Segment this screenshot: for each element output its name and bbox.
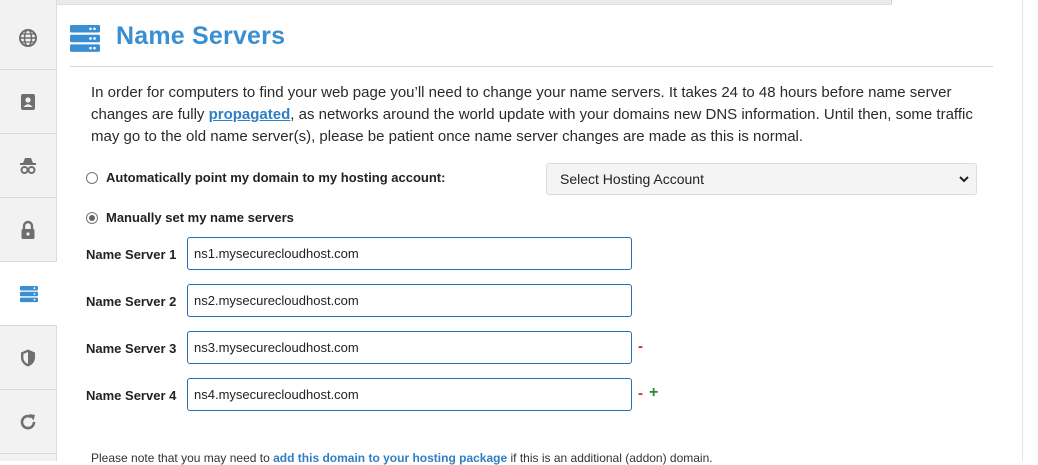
name-server-4-label: Name Server 4	[86, 388, 177, 403]
name-server-1-input[interactable]: ns1.mysecurecloudhost.com	[187, 237, 632, 270]
sidebar-item-domain[interactable]	[0, 6, 56, 70]
auto-point-option[interactable]: Automatically point my domain to my host…	[86, 170, 445, 185]
sidebar-item-lock[interactable]	[0, 198, 56, 262]
server-icon	[70, 25, 100, 52]
name-server-2-input[interactable]: ns2.mysecurecloudhost.com	[187, 284, 632, 317]
addon-domain-note: Please note that you may need to add thi…	[91, 451, 713, 465]
header-divider	[70, 66, 993, 67]
auto-point-label: Automatically point my domain to my host…	[106, 170, 446, 185]
manual-radio[interactable]	[86, 211, 98, 224]
content-border	[1022, 0, 1023, 461]
top-divider	[891, 0, 892, 4]
sidebar-item-name-servers[interactable]	[0, 261, 57, 326]
add-name-server-button[interactable]: +	[649, 384, 658, 402]
name-server-1-label: Name Server 1	[86, 247, 177, 262]
server-icon	[19, 285, 38, 302]
globe-icon	[19, 28, 37, 47]
auto-point-radio[interactable]	[86, 171, 98, 184]
remove-name-server-3-button[interactable]: -	[638, 338, 643, 355]
top-bar	[57, 0, 892, 5]
sidebar-item-security[interactable]	[0, 326, 56, 390]
addon-note-end: if this is an additional (addon) domain.	[507, 451, 713, 465]
hosting-account-select-value: Select Hosting Account	[560, 171, 704, 187]
name-server-2-label: Name Server 2	[86, 294, 177, 309]
manual-option[interactable]: Manually set my name servers	[86, 210, 294, 225]
propagated-link[interactable]: propagated	[209, 106, 291, 123]
hosting-account-select[interactable]: Select Hosting Account	[546, 163, 977, 195]
name-server-4-input[interactable]: ns4.mysecurecloudhost.com	[187, 378, 632, 411]
shield-icon	[21, 349, 35, 366]
intro-text: In order for computers to find your web …	[91, 82, 981, 148]
addon-note-start: Please note that you may need to	[91, 451, 274, 465]
contact-card-icon	[21, 93, 35, 110]
lock-icon	[21, 220, 35, 239]
remove-name-server-4-button[interactable]: -	[638, 385, 643, 402]
name-server-3-input[interactable]: ns3.mysecurecloudhost.com	[187, 331, 632, 364]
sidebar	[0, 0, 57, 461]
sidebar-item-renew[interactable]	[0, 390, 56, 454]
name-server-3-label: Name Server 3	[86, 341, 177, 356]
chevron-down-icon	[959, 176, 969, 183]
page-title: Name Servers	[116, 22, 286, 50]
refresh-icon	[20, 413, 36, 429]
incognito-icon	[20, 157, 36, 174]
add-domain-to-hosting-link[interactable]: add this domain to your hosting package	[273, 451, 507, 465]
sidebar-item-contacts[interactable]	[0, 70, 56, 134]
sidebar-item-privacy[interactable]	[0, 134, 56, 198]
manual-label: Manually set my name servers	[106, 210, 294, 225]
